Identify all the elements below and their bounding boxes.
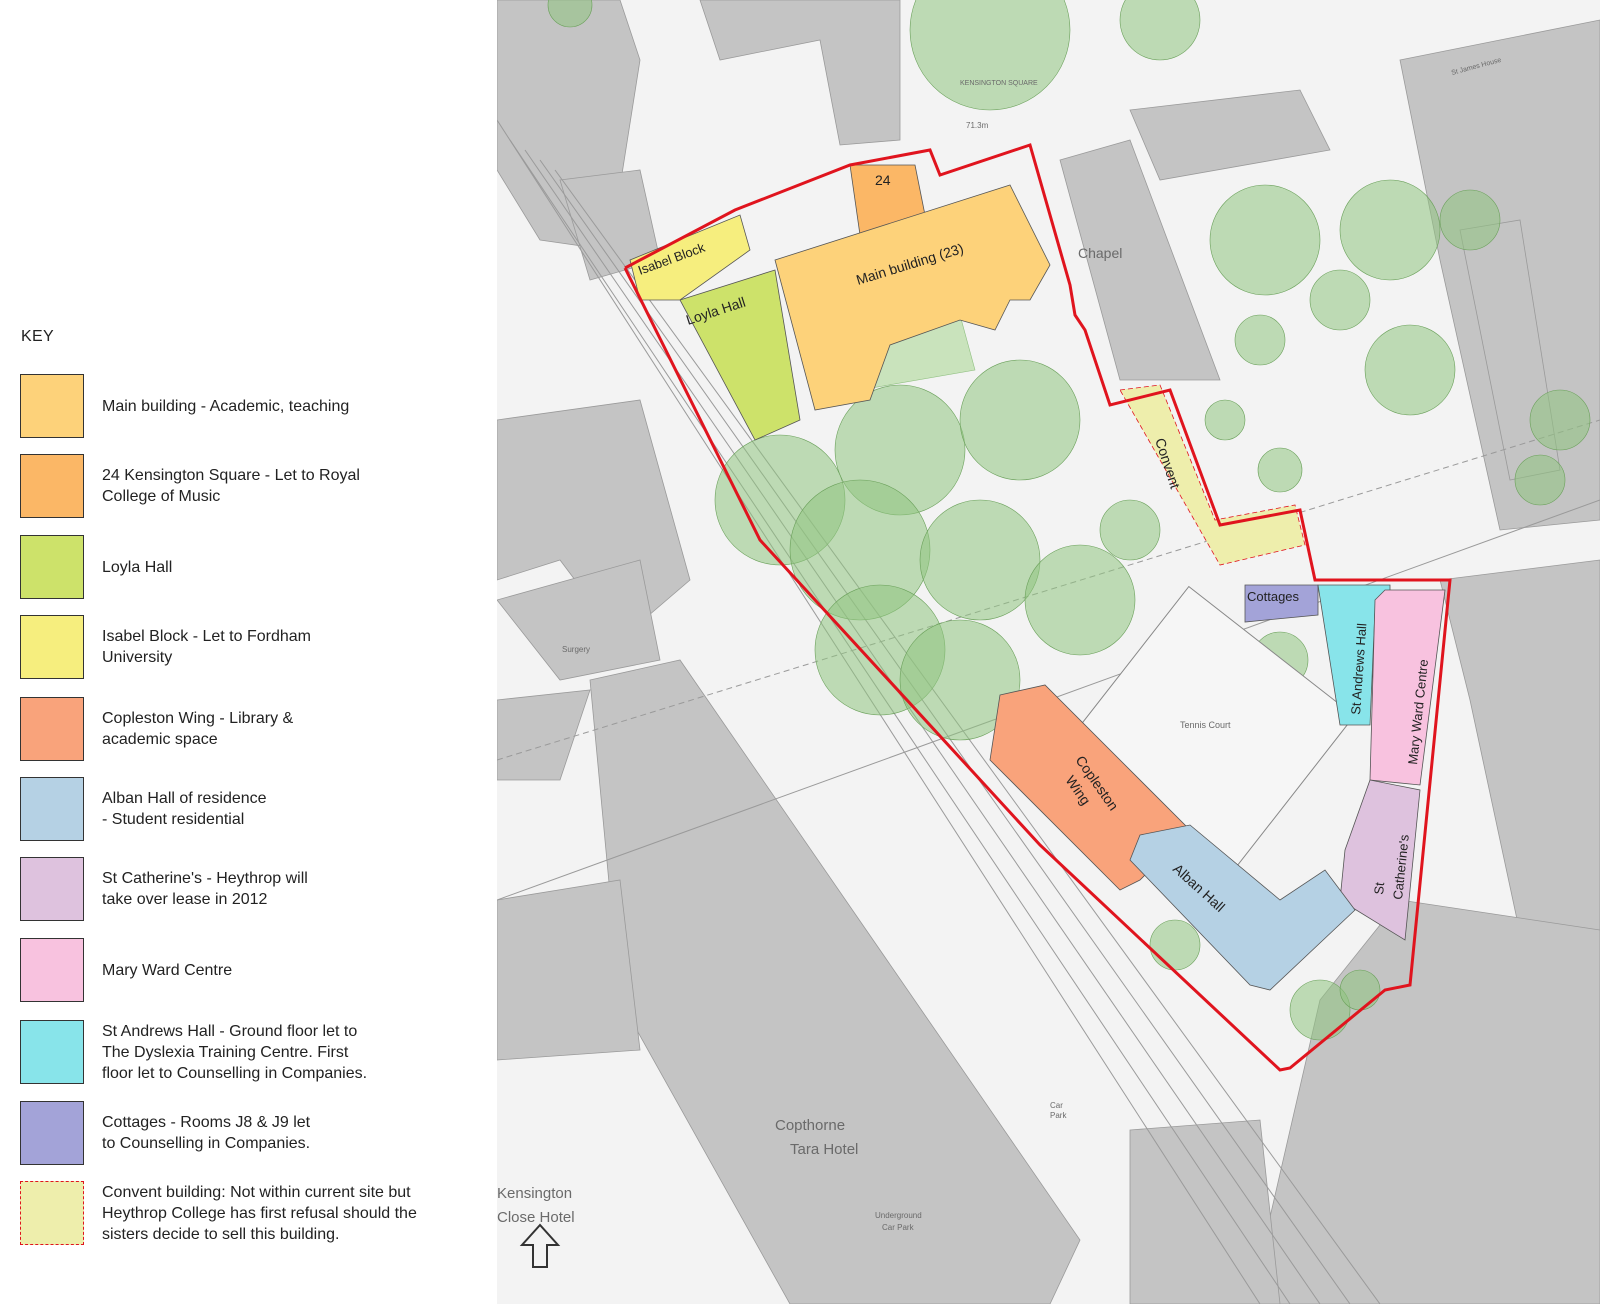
label-kensington-square: KENSINGTON SQUARE: [960, 80, 1038, 87]
label-tennis-court: Tennis Court: [1180, 720, 1231, 730]
label-underground-2: Car Park: [882, 1223, 915, 1232]
key-item-24-kensington-square: 24 Kensington Square - Let to Royal Coll…: [20, 454, 490, 520]
key-item-loyla-hall: Loyla Hall: [20, 535, 490, 601]
label-surgery: Surgery: [562, 645, 590, 654]
key-item-st-andrews-hall: St Andrews Hall - Ground floor let to Th…: [20, 1020, 490, 1086]
swatch-st-catherines: [20, 857, 84, 921]
key-item-convent: Convent building: Not within current sit…: [20, 1181, 490, 1247]
key-item-main-building: Main building - Academic, teaching: [20, 374, 490, 440]
swatch-24-kensington-square: [20, 454, 84, 518]
swatch-alban-hall: [20, 777, 84, 841]
label-underground-1: Underground: [875, 1211, 922, 1220]
label-kensington-close-1: Kensington: [497, 1185, 572, 1202]
swatch-isabel-block: [20, 615, 84, 679]
key-item-isabel-block: Isabel Block - Let to Fordham University: [20, 615, 490, 681]
key-title: KEY: [21, 328, 54, 345]
key-item-st-catherines: St Catherine's - Heythrop will take over…: [20, 857, 490, 923]
key-item-alban-hall: Alban Hall of residence - Student reside…: [20, 777, 490, 843]
label-copthorne-2: Tara Hotel: [790, 1141, 858, 1158]
site-map: Isabel Block 24 Main building (23) Loyla…: [497, 0, 1600, 1304]
label-chapel: Chapel: [1078, 245, 1122, 261]
key-label: 24 Kensington Square - Let to Royal Coll…: [102, 467, 360, 505]
key-label: Mary Ward Centre: [102, 961, 233, 979]
key-label: Cottages - Rooms J8 & J9 let to Counsell…: [102, 1114, 311, 1152]
label-cottages: Cottages: [1247, 589, 1300, 604]
swatch-cottages: [20, 1101, 84, 1165]
label-height-mark: 71.3m: [966, 121, 989, 130]
key-label: Main building - Academic, teaching: [102, 397, 350, 415]
swatch-mary-ward-centre: [20, 938, 84, 1002]
key-item-cottages: Cottages - Rooms J8 & J9 let to Counsell…: [20, 1101, 490, 1167]
label-st-catherines-1: St: [1371, 881, 1387, 895]
swatch-loyla-hall: [20, 535, 84, 599]
key-item-copleston-wing: Copleston Wing - Library & academic spac…: [20, 697, 490, 763]
key-label: Convent building: Not within current sit…: [102, 1183, 417, 1243]
swatch-convent: [20, 1181, 84, 1245]
key-label: St Andrews Hall - Ground floor let to Th…: [102, 1022, 368, 1082]
swatch-copleston-wing: [20, 697, 84, 761]
key-item-mary-ward-centre: Mary Ward Centre: [20, 938, 490, 1004]
label-car-park-2: Park: [1050, 1111, 1067, 1120]
key-label: Alban Hall of residence - Student reside…: [102, 790, 267, 828]
key-label: Copleston Wing - Library & academic spac…: [102, 710, 294, 748]
label-24: 24: [875, 172, 891, 188]
label-copthorne-1: Copthorne: [775, 1117, 845, 1134]
key-label: Loyla Hall: [102, 558, 173, 576]
key-label: St Catherine's - Heythrop will take over…: [102, 870, 308, 908]
label-car-park-1: Car: [1050, 1101, 1063, 1110]
key-label: Isabel Block - Let to Fordham University: [102, 628, 311, 666]
swatch-st-andrews-hall: [20, 1020, 84, 1084]
map-key: KEY Main building - Academic, teaching 2…: [0, 0, 490, 1304]
label-kensington-close-2: Close Hotel: [497, 1209, 575, 1226]
swatch-main-building: [20, 374, 84, 438]
